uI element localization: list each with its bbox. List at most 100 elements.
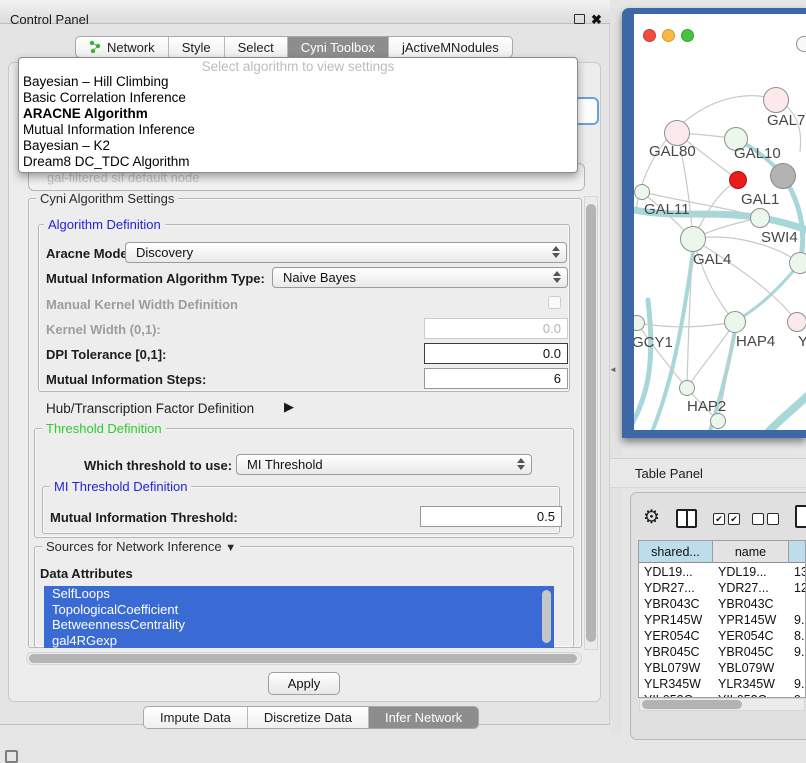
cell: 12: [789, 580, 806, 596]
sources-title-text: Sources for Network Inference: [46, 539, 222, 554]
tab-network[interactable]: Network: [76, 37, 168, 57]
data-attributes-list: SelfLoops TopologicalCoefficient Between…: [44, 586, 554, 648]
dropdown-item[interactable]: Bayesian – K2: [19, 138, 577, 154]
kernel-width-field[interactable]: [424, 318, 568, 339]
table-row[interactable]: YBL079W YBL079W: [639, 660, 806, 676]
settings-vertical-scrollbar-thumb[interactable]: [586, 204, 596, 642]
table-horizontal-scrollbar-thumb[interactable]: [642, 700, 742, 709]
aracne-mode-value: Discovery: [136, 245, 193, 260]
dropdown-item[interactable]: Dream8 DC_TDC Algorithm: [19, 154, 577, 170]
network-edges: [634, 14, 806, 430]
which-threshold-combobox[interactable]: MI Threshold: [236, 454, 532, 475]
tab-jactivemnodules[interactable]: jActiveMNodules: [388, 37, 512, 57]
table-row[interactable]: YER054C YER054C 8.: [639, 628, 806, 644]
dropdown-item[interactable]: Bayesian – Hill Climbing: [19, 74, 577, 90]
table-row[interactable]: YDR27... YDR27... 12: [639, 580, 806, 596]
column-split-icon[interactable]: [676, 509, 697, 528]
node-pink-right[interactable]: [787, 312, 806, 332]
cell: [789, 660, 806, 676]
attributes-scrollbar-thumb[interactable]: [542, 590, 551, 643]
control-panel-titlebar: [0, 0, 610, 24]
dropdown-item[interactable]: Mutual Information Inference: [19, 122, 577, 138]
tab-label: Infer Network: [385, 710, 462, 725]
float-window-icon[interactable]: [574, 14, 585, 24]
cell: 9.: [789, 644, 806, 660]
mi-threshold-field[interactable]: [420, 506, 562, 527]
node-hap2[interactable]: [679, 380, 695, 396]
tab-infer-network[interactable]: Infer Network: [368, 707, 478, 728]
stepper-arrows-icon: [553, 271, 561, 283]
tab-label: Discretize Data: [264, 710, 352, 725]
dropdown-item-selected[interactable]: ARACNE Algorithm: [19, 106, 577, 122]
dpi-tolerance-field[interactable]: [424, 343, 568, 364]
cell: YLR345W: [713, 676, 789, 692]
minimize-traffic-light[interactable]: [662, 29, 675, 42]
column-header-shared-name[interactable]: shared...: [639, 541, 713, 563]
collapse-arrow-icon[interactable]: ▼: [225, 542, 236, 554]
top-tab-bar: Network Style Select Cyni Toolbox jActiv…: [75, 36, 513, 58]
tab-cyni-toolbox[interactable]: Cyni Toolbox: [287, 37, 388, 57]
column-header-third[interactable]: A: [789, 541, 806, 563]
mi-type-label: Mutual Information Algorithm Type:: [46, 271, 265, 286]
node-gray[interactable]: [770, 163, 796, 189]
network-icon: [89, 40, 102, 54]
bottom-tab-bar: Impute Data Discretize Data Infer Networ…: [143, 706, 479, 729]
tab-label: jActiveMNodules: [402, 40, 499, 55]
node-hap4[interactable]: [724, 311, 746, 333]
mi-threshold-label: Mutual Information Threshold:: [50, 510, 238, 525]
manual-kernel-checkbox[interactable]: [548, 296, 561, 309]
settings-horizontal-scrollbar-thumb[interactable]: [29, 654, 577, 663]
node-partial-bottom[interactable]: [710, 413, 726, 429]
apply-button[interactable]: Apply: [268, 672, 340, 695]
cyni-settings-title: Cyni Algorithm Settings: [36, 191, 178, 206]
close-icon[interactable]: ✖: [591, 12, 602, 28]
attribute-item-selected[interactable]: BetweennessCentrality: [44, 617, 554, 633]
restore-panel-icon[interactable]: [5, 750, 18, 763]
table-row[interactable]: YPR145W YPR145W 9.: [639, 612, 806, 628]
checked-box-icon: ✔: [713, 513, 725, 525]
tab-style[interactable]: Style: [168, 37, 224, 57]
node-partial-top[interactable]: [796, 36, 806, 52]
network-canvas[interactable]: GAL7 GAL80 GAL10 GAL1 GAL11 SWI4 GAL4 GC…: [634, 14, 806, 430]
cell: YDL19...: [713, 564, 789, 580]
tab-label: Cyni Toolbox: [301, 40, 375, 55]
tab-impute-data[interactable]: Impute Data: [144, 707, 247, 728]
tab-select[interactable]: Select: [224, 37, 287, 57]
table-row[interactable]: YDL19... YDL19... 13: [639, 564, 806, 580]
node-gal4[interactable]: [680, 226, 706, 252]
table-row[interactable]: YBR043C YBR043C: [639, 596, 806, 612]
stepper-arrows-icon: [552, 246, 560, 258]
cell: YDR27...: [639, 580, 713, 596]
node-label: GAL80: [649, 143, 696, 160]
expand-arrow-icon[interactable]: ▶: [284, 399, 294, 415]
close-traffic-light[interactable]: [643, 29, 656, 42]
mi-type-combobox[interactable]: Naive Bayes: [272, 267, 568, 288]
node-gal1[interactable]: [750, 208, 770, 228]
hide-columns-icon[interactable]: [752, 513, 779, 525]
node-label: HAP2: [687, 398, 726, 415]
show-columns-icon[interactable]: ✔ ✔: [713, 513, 740, 525]
table-row[interactable]: YLR345W YLR345W 9.: [639, 676, 806, 692]
attribute-item-selected[interactable]: TopologicalCoefficient: [44, 602, 554, 618]
node-swi4[interactable]: [789, 252, 806, 274]
mi-steps-field[interactable]: [424, 368, 568, 389]
node-gal11[interactable]: [634, 184, 650, 200]
tab-discretize-data[interactable]: Discretize Data: [247, 707, 368, 728]
cell: YBL079W: [713, 660, 789, 676]
gear-icon[interactable]: ⚙: [643, 506, 660, 529]
attribute-item-selected[interactable]: gal4RGexp: [44, 633, 554, 649]
cell: YDL19...: [639, 564, 713, 580]
table-row[interactable]: YBR045C YBR045C 9.: [639, 644, 806, 660]
aracne-mode-combobox[interactable]: Discovery: [125, 242, 567, 263]
node-gal7[interactable]: [763, 87, 789, 113]
document-icon[interactable]: [795, 505, 806, 528]
node-red[interactable]: [729, 171, 747, 189]
zoom-traffic-light[interactable]: [681, 29, 694, 42]
tab-label: Select: [238, 40, 274, 55]
splitter-collapse-arrow[interactable]: ◄: [609, 365, 617, 374]
attribute-item-selected[interactable]: SelfLoops: [44, 586, 554, 602]
column-header-name[interactable]: name: [713, 541, 789, 563]
cell: YBR045C: [639, 644, 713, 660]
node-label: GAL1: [741, 191, 779, 208]
dropdown-item[interactable]: Basic Correlation Inference: [19, 90, 577, 106]
